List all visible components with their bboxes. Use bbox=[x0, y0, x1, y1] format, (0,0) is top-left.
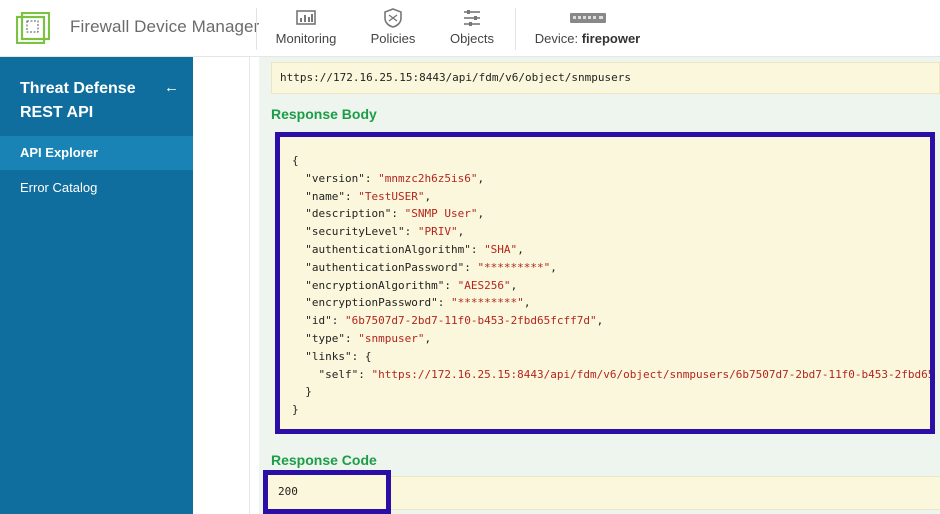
json-comma: , bbox=[477, 207, 485, 221]
response-body-title: Response Body bbox=[271, 106, 377, 122]
objects-icon bbox=[464, 10, 480, 26]
content-gutter-divider bbox=[249, 57, 250, 514]
json-value: "https://172.16.25.15:8443/api/fdm/v6/ob… bbox=[371, 367, 935, 381]
json-value: "6b7507d7-2bd7-11f0-b453-2fbd65fcff7d" bbox=[345, 314, 597, 328]
device-label: Device: firepower bbox=[530, 31, 645, 46]
json-open-brace: { bbox=[292, 154, 299, 167]
nav-device[interactable]: Device: firepower bbox=[530, 8, 645, 52]
json-value: "SNMP User" bbox=[404, 207, 478, 221]
sidebar-item-error-catalog[interactable]: Error Catalog bbox=[0, 171, 193, 205]
json-value: "snmpuser" bbox=[358, 331, 425, 345]
header-divider bbox=[515, 8, 516, 50]
json-key: "id": bbox=[305, 314, 345, 328]
response-body-json: { "version": "mnmzc2h6z5is6", "name": "T… bbox=[292, 152, 935, 419]
json-key: "links": { bbox=[305, 349, 372, 363]
json-key: "encryptionPassword": bbox=[305, 296, 451, 310]
request-url-field[interactable]: https://172.16.25.15:8443/api/fdm/v6/obj… bbox=[271, 62, 940, 94]
json-value: "mnmzc2h6z5is6" bbox=[378, 171, 478, 185]
json-value: "PRIV" bbox=[417, 225, 458, 239]
header-divider bbox=[256, 8, 257, 50]
json-value: "TestUSER" bbox=[358, 189, 425, 203]
json-key: "authenticationAlgorithm": bbox=[305, 242, 485, 256]
collapse-sidebar-icon[interactable]: ← bbox=[164, 79, 179, 96]
json-key: "authenticationPassword": bbox=[305, 260, 478, 274]
app-title: Firewall Device Manager bbox=[70, 17, 260, 36]
json-close-brace: } bbox=[292, 403, 299, 417]
device-name: firepower bbox=[581, 31, 641, 46]
nav-monitoring[interactable]: Monitoring bbox=[272, 8, 340, 52]
json-key: "securityLevel": bbox=[305, 225, 418, 239]
fdm-logo-icon bbox=[16, 12, 50, 44]
json-comma: , bbox=[523, 296, 531, 310]
sidebar-title: Threat Defense REST API bbox=[20, 80, 136, 121]
json-key: "type": bbox=[305, 331, 359, 345]
json-value: "SHA" bbox=[484, 242, 518, 256]
response-body-box[interactable]: { "version": "mnmzc2h6z5is6", "name": "T… bbox=[275, 132, 935, 434]
device-icon bbox=[569, 13, 606, 23]
sidebar: Threat Defense REST API ← API Explorer E… bbox=[0, 57, 193, 514]
json-comma: , bbox=[550, 260, 557, 274]
json-key: "description": bbox=[305, 207, 405, 221]
monitoring-icon bbox=[296, 10, 316, 25]
response-code-title: Response Code bbox=[271, 452, 377, 468]
json-key: "encryptionAlgorithm": bbox=[305, 278, 458, 292]
top-header: Firewall Device Manager Monitoring Polic… bbox=[0, 0, 940, 57]
json-key: "name": bbox=[305, 189, 359, 203]
json-comma: , bbox=[424, 331, 432, 345]
nav-label: Objects bbox=[449, 31, 495, 46]
json-key: "version": bbox=[305, 171, 379, 185]
json-comma: , bbox=[457, 225, 465, 239]
json-value: "AES256" bbox=[457, 278, 511, 292]
nav-label: Monitoring bbox=[275, 31, 337, 46]
json-comma: , bbox=[517, 242, 524, 256]
sidebar-item-api-explorer[interactable]: API Explorer bbox=[0, 136, 193, 170]
json-comma: , bbox=[596, 314, 604, 328]
response-code-box[interactable]: 200 bbox=[263, 470, 391, 514]
nav-objects[interactable]: Objects bbox=[446, 8, 498, 52]
main-content: https://172.16.25.15:8443/api/fdm/v6/obj… bbox=[193, 57, 940, 514]
response-code-field-bg bbox=[391, 476, 940, 510]
response-code-value: 200 bbox=[268, 475, 386, 509]
json-comma: , bbox=[510, 278, 518, 292]
policies-icon bbox=[384, 8, 402, 28]
json-value: "*********" bbox=[450, 296, 524, 310]
json-value: "*********" bbox=[477, 260, 551, 274]
json-key: "self": bbox=[318, 367, 372, 381]
device-prefix: Device: bbox=[534, 31, 582, 46]
json-links-close: } bbox=[305, 385, 312, 399]
nav-label: Policies bbox=[370, 31, 416, 46]
json-comma: , bbox=[424, 189, 432, 203]
json-comma: , bbox=[477, 171, 485, 185]
nav-policies[interactable]: Policies bbox=[366, 8, 420, 52]
